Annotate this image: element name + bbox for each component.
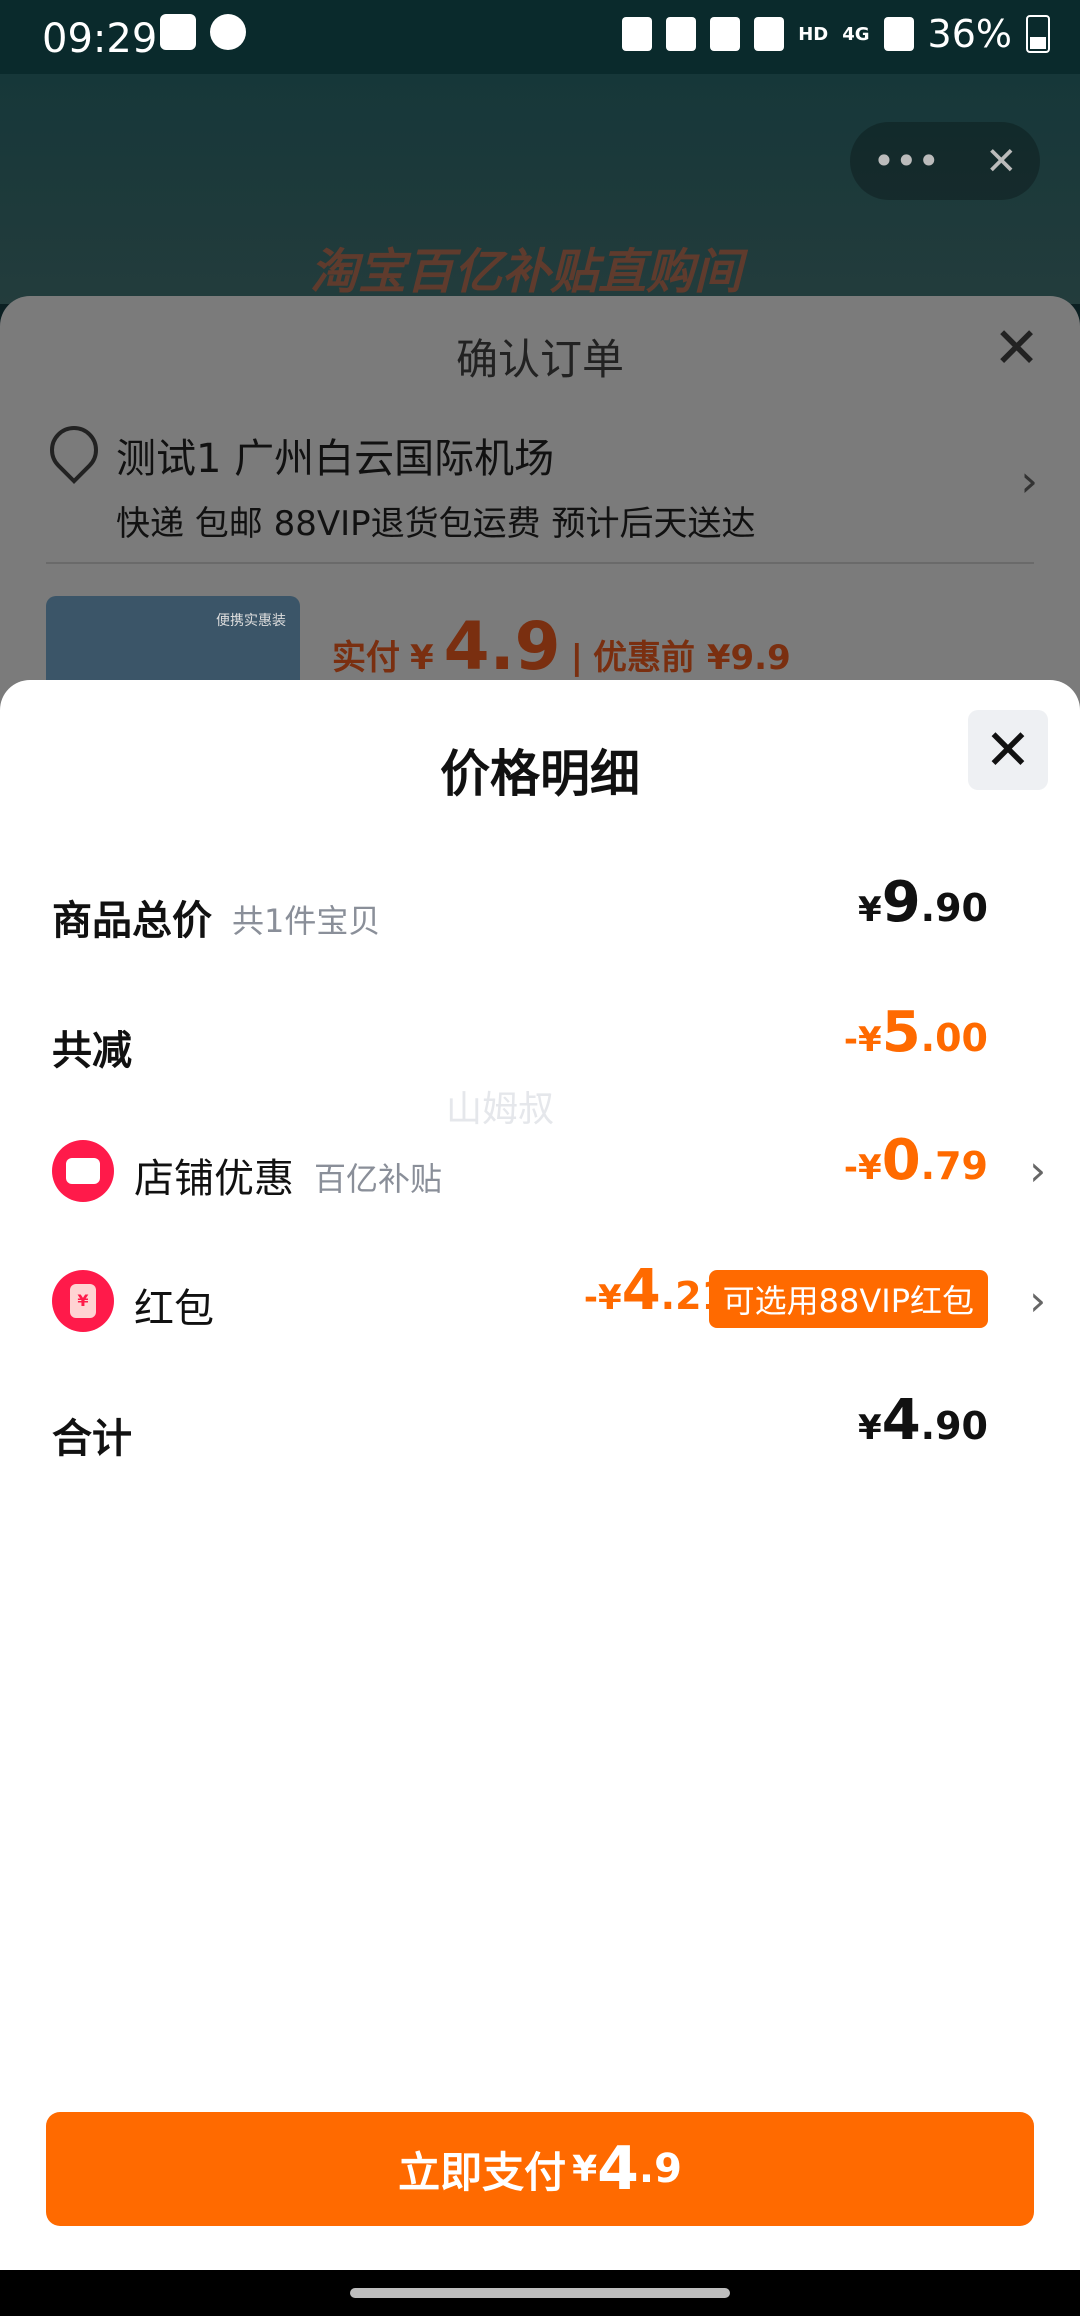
store-dec: .79 bbox=[920, 1144, 988, 1188]
redpack-shape: ¥ bbox=[70, 1284, 96, 1318]
mini-program-capsule: ••• ✕ bbox=[850, 122, 1040, 200]
discount-int: 5 bbox=[881, 1000, 921, 1065]
total-label: 商品总价 bbox=[52, 898, 212, 944]
close-icon: ✕ bbox=[984, 717, 1032, 783]
store-icon bbox=[52, 1140, 114, 1202]
home-handle[interactable] bbox=[350, 2288, 730, 2298]
mute-icon bbox=[710, 17, 741, 51]
clock: 09:29 bbox=[42, 16, 158, 62]
total-dec: .90 bbox=[920, 886, 988, 930]
store-label: 店铺优惠 bbox=[134, 1156, 294, 1202]
pay-currency: ¥ bbox=[410, 638, 434, 678]
signal-icon bbox=[883, 17, 914, 51]
row-total: 商品总价 共1件宝贝 ¥ 9 .90 bbox=[52, 870, 1028, 960]
compass-icon bbox=[210, 14, 246, 50]
navigation-bar bbox=[0, 2270, 1080, 2316]
store-sub: 百亿补贴 bbox=[314, 1160, 443, 1198]
watermark: 山姆叔 bbox=[446, 1089, 555, 1130]
divider bbox=[46, 562, 1034, 564]
pay-summary: 实付 ¥ 4.9 | 优惠前 ¥9.9 bbox=[332, 608, 791, 685]
price-detail-sheet: 价格明细 ✕ 商品总价 共1件宝贝 ¥ 9 .90 共减 -¥ 5 .00 店铺… bbox=[0, 680, 1080, 2270]
store-value: -¥ 0 .79 bbox=[844, 1128, 988, 1193]
redpack-icon: ¥ bbox=[52, 1270, 114, 1332]
row-sum: 合计 ¥ 4 .90 bbox=[52, 1388, 1028, 1478]
total-currency: ¥ bbox=[858, 890, 882, 930]
discount-dec: .00 bbox=[920, 1016, 988, 1060]
network-label: 4G bbox=[842, 23, 870, 45]
pay-separator: | bbox=[570, 638, 584, 678]
location-icon bbox=[40, 416, 108, 484]
total-value: ¥ 9 .90 bbox=[858, 870, 988, 935]
total-int: 9 bbox=[881, 870, 921, 935]
discount-value: -¥ 5 .00 bbox=[844, 1000, 988, 1065]
sum-value: ¥ 4 .90 bbox=[858, 1388, 988, 1453]
store-shape bbox=[66, 1158, 100, 1184]
redpack-value: -¥ 4 .21 bbox=[584, 1258, 728, 1323]
status-right: HD 4G 36% bbox=[622, 12, 1050, 56]
original-price: 优惠前 ¥9.9 bbox=[593, 638, 791, 678]
address-line: 测试1 广州白云国际机场 bbox=[116, 436, 555, 482]
pay-label: 实付 bbox=[332, 638, 400, 678]
delivery-info: 快递 包邮 88VIP退货包运费 预计后天送达 bbox=[116, 504, 756, 544]
status-bar: 09:29 HD 4G 36% bbox=[0, 0, 1080, 74]
sum-label: 合计 bbox=[52, 1416, 132, 1462]
redpack-currency: -¥ bbox=[583, 1278, 622, 1318]
hd-label: HD bbox=[798, 23, 829, 45]
vip-redpack-badge[interactable]: 可选用88VIP红包 bbox=[708, 1270, 988, 1328]
chevron-right-icon: › bbox=[1029, 1146, 1046, 1195]
alarm-icon bbox=[666, 17, 697, 51]
pay-now-dec: .9 bbox=[638, 2146, 682, 2192]
banner-text: 淘宝百亿补贴直购间 bbox=[310, 244, 743, 300]
confirm-order-sheet: 确认订单 ✕ 测试1 广州白云国际机场 快递 包邮 88VIP退货包运费 预计后… bbox=[0, 296, 1080, 716]
pay-now-currency: ¥ bbox=[572, 2148, 598, 2190]
store-currency: -¥ bbox=[843, 1148, 882, 1188]
pay-amount: 4.9 bbox=[443, 608, 561, 685]
notification-icons bbox=[160, 14, 246, 50]
redpack-int: 4 bbox=[621, 1258, 661, 1323]
row-redpack[interactable]: ¥ 红包 -¥ 4 .21 可选用88VIP红包 › bbox=[52, 1258, 1046, 1348]
gallery-icon bbox=[160, 14, 196, 50]
pay-now-button[interactable]: 立即支付 ¥ 4 .9 bbox=[46, 2112, 1034, 2226]
close-button[interactable]: ✕ bbox=[968, 710, 1048, 790]
background-header: ••• ✕ 淘宝百亿补贴直购间 bbox=[0, 74, 1080, 304]
confirm-order-title: 确认订单 bbox=[455, 335, 624, 384]
sum-currency: ¥ bbox=[858, 1408, 882, 1448]
chevron-right-icon: › bbox=[1020, 456, 1038, 507]
chevron-right-icon: › bbox=[1029, 1276, 1046, 1325]
redpack-label: 红包 bbox=[134, 1286, 214, 1332]
battery-icon bbox=[1026, 15, 1050, 53]
row-discount: 共减 -¥ 5 .00 bbox=[52, 1000, 1028, 1090]
pay-now-int: 4 bbox=[597, 2134, 639, 2204]
discount-currency: -¥ bbox=[843, 1020, 882, 1060]
battery-saver-icon bbox=[622, 17, 653, 51]
sum-int: 4 bbox=[881, 1388, 921, 1453]
sheet-title: 价格明细 bbox=[440, 745, 640, 803]
store-int: 0 bbox=[881, 1128, 921, 1193]
pay-now-label: 立即支付 bbox=[398, 2147, 567, 2197]
sum-dec: .90 bbox=[920, 1404, 988, 1448]
total-sub: 共1件宝贝 bbox=[232, 902, 381, 940]
close-icon: ✕ bbox=[993, 316, 1040, 381]
wifi-icon bbox=[754, 17, 785, 51]
close-icon: ✕ bbox=[985, 139, 1018, 183]
discount-label: 共减 bbox=[52, 1028, 132, 1074]
battery-percent: 36% bbox=[927, 12, 1012, 56]
row-store-discount[interactable]: 店铺优惠 百亿补贴 -¥ 0 .79 › bbox=[52, 1128, 1046, 1218]
more-icon: ••• bbox=[872, 139, 940, 183]
